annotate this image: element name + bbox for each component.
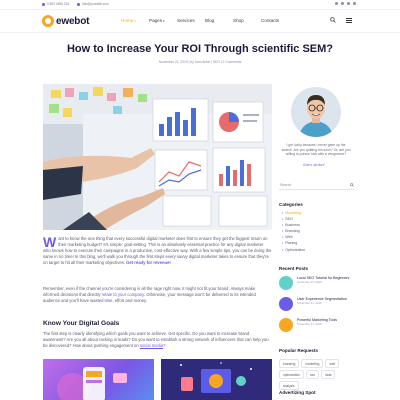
post-thumbnail-icon: [279, 276, 293, 290]
menu-item-label: Blog: [205, 18, 215, 23]
article-paragraph-2: Remember, even if the channel you're con…: [43, 286, 272, 304]
main-menu: Home ▾ Pages ▾ Services Blog Shop Contacts: [121, 18, 289, 23]
menu-item-pages[interactable]: Pages ▾: [149, 18, 177, 23]
menu-item-label: Contacts: [261, 18, 280, 23]
page-title: How to Increase Your ROI Through scienti…: [66, 43, 334, 55]
menu-item-services[interactable]: Services: [177, 18, 205, 23]
header-icons: [330, 17, 352, 25]
phone-text: 0 800 2656 234: [47, 2, 70, 6]
email-text: info@yoursite.com: [82, 2, 109, 6]
recent-post-date: November 20, 2019: [297, 280, 322, 285]
twitter-icon[interactable]: [341, 2, 344, 5]
logo-mark-icon: [42, 15, 54, 27]
menu-item-contacts[interactable]: Contacts: [261, 18, 289, 23]
linkedin-icon[interactable]: [353, 2, 356, 5]
recent-posts-title: Recent Posts: [279, 266, 309, 271]
search-icon[interactable]: [350, 183, 354, 187]
tag[interactable]: web: [325, 359, 340, 368]
hero-image: [43, 84, 272, 230]
facebook-icon[interactable]: [335, 2, 338, 5]
popular-requests-title: Popular Requests: [279, 348, 319, 353]
advertizing-title: Advertizing Spot: [279, 390, 316, 395]
recent-post-item[interactable]: User Experience Segmentation November 21,…: [279, 297, 355, 311]
menu-item-home[interactable]: Home ▾: [121, 18, 149, 23]
categories-list: Marketing SEO Business Branding Web Plan…: [282, 210, 305, 253]
menu-item-blog[interactable]: Blog: [205, 18, 233, 23]
dropcap: W: [43, 234, 57, 250]
illustration-mobile-image: [43, 359, 154, 400]
top-bar: 0 800 2656 234 info@yoursite.com: [0, 0, 400, 8]
tag[interactable]: analysis: [279, 381, 299, 390]
menu-item-label: Home: [121, 18, 134, 23]
post-thumbnail-icon: [279, 297, 293, 311]
search-input[interactable]: Search: [280, 183, 291, 187]
tag-cloud: branding marketing web optimization seo …: [279, 359, 355, 390]
tag[interactable]: seo: [306, 370, 320, 379]
post-thumbnail-icon: [279, 318, 293, 332]
search-icon[interactable]: [330, 17, 336, 25]
categories-title: Categories: [279, 202, 303, 207]
revenue-link[interactable]: Get ready for revenue!: [126, 260, 171, 265]
hamburger-icon[interactable]: [346, 17, 352, 25]
menu-item-label: Shop: [233, 18, 244, 23]
recent-post-item[interactable]: Local SEO Tutorial for Beginners November…: [279, 276, 355, 290]
sidebar-search[interactable]: Search: [279, 181, 355, 190]
site-logo[interactable]: ewebot: [42, 15, 89, 27]
article-paragraph-3: The first step is clearly identifying wh…: [43, 331, 272, 349]
instagram-icon[interactable]: [347, 2, 350, 5]
phone-info[interactable]: 0 800 2656 234: [42, 2, 69, 6]
tag[interactable]: marketing: [301, 359, 324, 368]
recent-post-item[interactable]: Powerful Marketing Tools November 21, 201…: [279, 318, 355, 332]
category-optimization[interactable]: Optimization: [282, 247, 305, 253]
menu-item-label: Pages: [149, 18, 163, 23]
author-bio: I got lucky because I never gave up the …: [281, 143, 351, 157]
menu-item-label: Services: [177, 18, 195, 23]
logo-text: ewebot: [56, 15, 90, 27]
article-paragraph-1: Want to know the one thing that every su…: [43, 234, 272, 266]
paragraph-text: ?: [163, 343, 166, 348]
phone-icon: [42, 2, 45, 6]
section-heading: Know Your Digital Goals: [43, 320, 120, 327]
tag[interactable]: branding: [279, 359, 300, 368]
chevron-down-icon: ▾: [134, 18, 136, 23]
post-meta: November 21, 2019 | by Sam Antar | SEO |…: [158, 60, 242, 64]
author-signature: Sam Antar: [303, 162, 325, 167]
recent-post-date: November 21, 2019: [297, 301, 322, 306]
social-media-link[interactable]: social media: [140, 343, 163, 348]
tag[interactable]: optimization: [279, 370, 305, 379]
illustration-analytics-image: [161, 359, 272, 400]
relate-company-link[interactable]: relate to your company: [102, 292, 144, 297]
recent-post-date: November 21, 2019: [297, 322, 322, 327]
social-links: [335, 2, 356, 5]
chevron-down-icon: ▾: [163, 18, 165, 23]
email-info[interactable]: info@yoursite.com: [77, 2, 109, 6]
menu-item-shop[interactable]: Shop: [233, 18, 261, 23]
main-header: ewebot Home ▾ Pages ▾ Services Blog Shop C…: [0, 9, 400, 33]
tag[interactable]: data: [321, 370, 336, 379]
mail-icon: [77, 2, 81, 6]
author-avatar: [291, 87, 341, 137]
